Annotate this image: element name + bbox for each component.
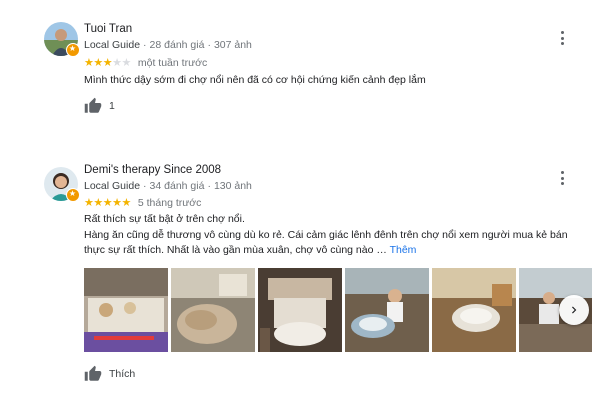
review-count: 34 đánh giá — [149, 180, 205, 192]
star-filled-icon: ★ — [112, 196, 122, 209]
review-text: Mình thức dậy sớm đi chợ nổi nên đã có c… — [84, 74, 426, 86]
review-photo[interactable] — [84, 268, 168, 352]
like-button[interactable]: 1 — [84, 97, 115, 115]
review-photo[interactable] — [345, 268, 429, 352]
review-text-line-2: Hàng ăn cũng dễ thương vô cùng dù ko rẻ.… — [84, 229, 568, 256]
review-time: 5 tháng trước — [137, 197, 202, 209]
local-guide-label: Local Guide — [84, 39, 141, 51]
star-filled-icon: ★ — [102, 56, 113, 69]
review-time: một tuần trước — [137, 57, 208, 69]
meta-separator: · — [143, 180, 147, 192]
local-guide-label: Local Guide — [84, 180, 141, 192]
star-filled-icon: ★ — [84, 196, 94, 209]
star-rating: ★ ★ ★ ★ ★ — [84, 56, 132, 69]
like-count: 1 — [109, 100, 115, 112]
meta-separator: · — [207, 39, 211, 51]
local-guide-badge-icon — [66, 188, 80, 202]
photo-count: 130 ảnh — [213, 180, 252, 192]
star-empty-icon: ★ — [121, 56, 132, 69]
star-rating: ★ ★ ★ ★ ★ — [84, 196, 132, 209]
star-filled-icon: ★ — [102, 196, 113, 209]
review-card: Tuoi Tran Local Guide·28 đánh giá·307 ản… — [0, 0, 602, 140]
star-empty-icon: ★ — [112, 56, 122, 69]
reviewer-meta: Local Guide · 34 đánh giá · 130 ảnh — [84, 180, 252, 192]
review-card: Demi's therapy Since 2008 Local Guide·34… — [0, 150, 602, 420]
reviewer-meta: Local Guide · 28 đánh giá · 307 ảnh — [84, 39, 252, 51]
photo-count: 307 ảnh — [213, 39, 252, 51]
local-guide-badge-icon — [66, 43, 80, 57]
star-filled-icon: ★ — [93, 196, 103, 209]
chevron-right-icon — [572, 306, 577, 314]
more-vert-icon[interactable] — [556, 170, 568, 186]
review-text-line-1: Rất thích sự tất bật ở trên chợ nổi. — [84, 213, 245, 225]
star-filled-icon: ★ — [93, 56, 103, 69]
meta-separator: · — [207, 180, 211, 192]
like-button[interactable]: Thích — [84, 365, 135, 383]
more-vert-icon[interactable] — [556, 30, 568, 46]
reviewer-name[interactable]: Demi's therapy Since 2008 — [84, 164, 221, 176]
rating-row: ★ ★ ★ ★ ★ một tuần trước — [84, 57, 207, 69]
review-photo[interactable] — [171, 268, 255, 352]
review-count: 28 đánh giá — [149, 39, 205, 51]
star-filled-icon: ★ — [84, 56, 94, 69]
next-photos-button[interactable] — [559, 295, 589, 325]
more-link[interactable]: Thêm — [390, 244, 417, 256]
thumb-up-icon — [84, 97, 102, 113]
star-filled-icon: ★ — [121, 196, 132, 209]
thumb-up-icon — [84, 365, 102, 381]
rating-row: ★ ★ ★ ★ ★ 5 tháng trước — [84, 197, 201, 209]
review-photo[interactable] — [432, 268, 516, 352]
review-text-body: Hàng ăn cũng dễ thương vô cùng dù ko rẻ.… — [84, 228, 590, 258]
like-label: Thích — [109, 368, 136, 380]
review-photo[interactable] — [258, 268, 342, 352]
text-ellipsis: … — [376, 244, 387, 256]
review-photos — [84, 268, 592, 352]
meta-separator: · — [143, 39, 147, 51]
reviewer-name[interactable]: Tuoi Tran — [84, 23, 132, 35]
